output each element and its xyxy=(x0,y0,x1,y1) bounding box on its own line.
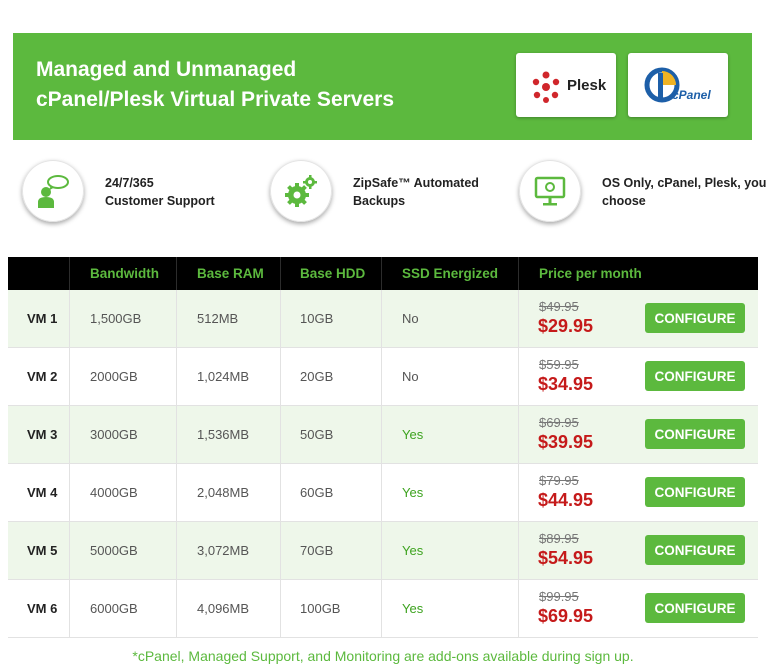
old-price: $99.95 xyxy=(539,589,579,604)
footnote: *cPanel, Managed Support, and Monitoring… xyxy=(132,648,634,664)
table-row: VM 4 4000GB 2,048MB 60GB Yes $79.95 $44.95 CONF… xyxy=(8,464,758,522)
table-row: VM 5 5000GB 3,072MB 70GB Yes $89.95 $54.95 CONF… xyxy=(8,522,758,580)
header-price: Price per month xyxy=(539,266,642,281)
cell-ssd: Yes xyxy=(402,601,424,616)
vm-name: VM 5 xyxy=(27,543,58,558)
sale-price: $39.95 xyxy=(538,432,594,452)
table-row: VM 1 1,500GB 512MB 10GB No $49.95 $29.95 CONFIG… xyxy=(8,290,758,348)
pricing-table: Bandwidth Base RAM Base HDD SSD Energize… xyxy=(8,257,758,638)
cell-bandwidth: 4000GB xyxy=(90,485,138,500)
cell-base-hdd: 60GB xyxy=(300,485,334,500)
old-price: $59.95 xyxy=(539,357,579,372)
cell-ssd: No xyxy=(402,311,419,326)
cell-base-hdd: 20GB xyxy=(300,369,334,384)
title-line-2: cPanel/Plesk Virtual Private Servers xyxy=(36,88,395,111)
cell-base-hdd: 50GB xyxy=(300,427,334,442)
vm-name: VM 2 xyxy=(27,369,58,384)
cell-base-ram: 512MB xyxy=(197,311,239,326)
page-title: Managed and Unmanaged cPanel/Plesk Virtu… xyxy=(36,55,394,115)
plesk-dots-icon xyxy=(532,71,560,103)
table-row: VM 2 2000GB 1,024MB 20GB No $59.95 $34.95 CONFI… xyxy=(8,348,758,406)
monitor-icon xyxy=(534,176,566,206)
feature-os-line1: OS Only, cPanel, Plesk, you xyxy=(602,176,766,190)
cell-bandwidth: 2000GB xyxy=(90,369,138,384)
cpanel-logo-text: cPanel xyxy=(672,88,711,102)
feature-support-line1: 24/7/365 xyxy=(105,176,154,190)
cell-base-ram: 1,536MB xyxy=(197,427,250,442)
title-line-1: Managed and Unmanaged xyxy=(36,58,297,81)
support-agent-icon xyxy=(38,175,69,208)
cpanel-mark-icon: cPanel xyxy=(644,67,711,103)
cell-ssd: No xyxy=(402,369,419,384)
cell-ssd: Yes xyxy=(402,427,424,442)
header-base-ram: Base RAM xyxy=(197,266,264,281)
sale-price: $54.95 xyxy=(538,548,594,568)
sale-price: $69.95 xyxy=(538,606,594,626)
sale-price: $29.95 xyxy=(538,316,594,336)
header-ssd: SSD Energized xyxy=(402,266,499,281)
feature-support-line2: Customer Support xyxy=(105,194,215,208)
cell-base-hdd: 70GB xyxy=(300,543,334,558)
vm-name: VM 3 xyxy=(27,427,58,442)
configure-button[interactable]: CONFIGURE xyxy=(645,419,745,449)
feature-backups-line1: ZipSafe™ Automated xyxy=(353,176,479,190)
cell-bandwidth: 5000GB xyxy=(90,543,138,558)
cell-base-ram: 3,072MB xyxy=(197,543,250,558)
configure-button[interactable]: CONFIGURE xyxy=(645,535,745,565)
sale-price: $34.95 xyxy=(538,374,594,394)
cell-ssd: Yes xyxy=(402,485,424,500)
old-price: $49.95 xyxy=(539,299,579,314)
cell-ssd: Yes xyxy=(402,543,424,558)
feature-os-line2: choose xyxy=(602,194,646,208)
vm-name: VM 6 xyxy=(27,601,58,616)
configure-button[interactable]: CONFIGURE xyxy=(645,593,745,623)
table-header: Bandwidth Base RAM Base HDD SSD Energize… xyxy=(8,257,758,290)
cell-bandwidth: 3000GB xyxy=(90,427,138,442)
cell-base-ram: 2,048MB xyxy=(197,485,250,500)
cell-base-ram: 4,096MB xyxy=(197,601,250,616)
cell-bandwidth: 6000GB xyxy=(90,601,138,616)
plesk-logo-text: Plesk xyxy=(567,77,607,94)
vm-name: VM 4 xyxy=(27,485,58,500)
cell-base-hdd: 100GB xyxy=(300,601,341,616)
table-row: VM 6 6000GB 4,096MB 100GB Yes $99.95 $69.95 CON… xyxy=(8,580,758,638)
cell-base-hdd: 10GB xyxy=(300,311,334,326)
header-base-hdd: Base HDD xyxy=(300,266,366,281)
configure-button[interactable]: CONFIGURE xyxy=(645,303,745,333)
configure-button[interactable]: CONFIGURE xyxy=(645,477,745,507)
old-price: $69.95 xyxy=(539,415,579,430)
header-bandwidth: Bandwidth xyxy=(90,266,159,281)
vm-name: VM 1 xyxy=(27,311,58,326)
hero-banner: Managed and Unmanaged cPanel/Plesk Virtu… xyxy=(13,33,752,140)
old-price: $79.95 xyxy=(539,473,579,488)
cpanel-logo: cPanel xyxy=(628,53,728,117)
plesk-logo: Plesk xyxy=(516,53,616,117)
feature-backups-line2: Backups xyxy=(353,194,406,208)
old-price: $89.95 xyxy=(539,531,579,546)
gears-icon xyxy=(285,175,317,207)
cell-base-ram: 1,024MB xyxy=(197,369,250,384)
cell-bandwidth: 1,500GB xyxy=(90,311,142,326)
table-row: VM 3 3000GB 1,536MB 50GB Yes $69.95 $39.95 CONF… xyxy=(8,406,758,464)
configure-button[interactable]: CONFIGURE xyxy=(645,361,745,391)
table-body: VM 1 1,500GB 512MB 10GB No $49.95 $29.95 CONFIG… xyxy=(8,290,758,638)
sale-price: $44.95 xyxy=(538,490,594,510)
